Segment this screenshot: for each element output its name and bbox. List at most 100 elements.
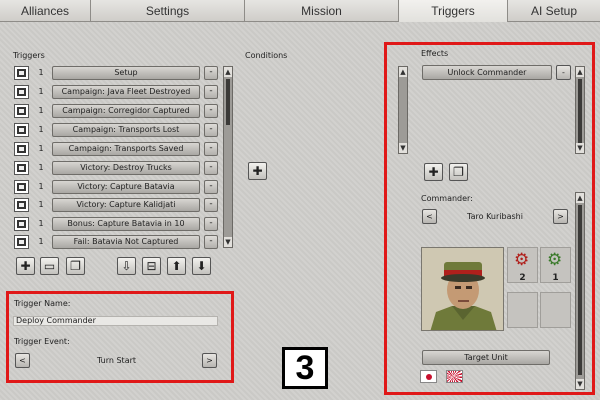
add-condition-button[interactable]: ✚ <box>248 162 267 180</box>
trigger-button[interactable]: Campaign: Transports Lost <box>52 122 200 137</box>
japan-flag-icon[interactable] <box>420 370 437 383</box>
trigger-row: 1 Victory: Capture Kalidjati - <box>14 197 219 212</box>
remove-trigger-button[interactable]: - <box>204 103 218 118</box>
trigger-button[interactable]: Victory: Capture Batavia <box>52 179 200 194</box>
remove-trigger-button[interactable]: - <box>204 197 218 212</box>
copy-effect-button[interactable]: ❐ <box>449 163 468 181</box>
effects-heading: Effects <box>421 49 449 58</box>
skill-slot-empty[interactable] <box>507 292 538 328</box>
remove-trigger-button[interactable]: - <box>204 84 218 99</box>
trigger-button[interactable]: Setup <box>52 65 200 80</box>
remove-trigger-button[interactable]: - <box>204 122 218 137</box>
add-trigger-button[interactable]: ✚ <box>16 257 35 275</box>
trigger-row: 1 Campaign: Java Fleet Destroyed - <box>14 84 219 99</box>
remove-trigger-button[interactable]: - <box>204 65 218 80</box>
move-down-button[interactable]: ⬇ <box>192 257 211 275</box>
trigger-row: 1 Bonus: Capture Batavia in 10 - <box>14 216 219 231</box>
remove-trigger-button[interactable]: - <box>204 141 218 156</box>
copy-trigger-button[interactable]: ❐ <box>66 257 85 275</box>
target-unit-button[interactable]: Target Unit <box>422 350 550 365</box>
commander-label: Commander: <box>421 194 473 203</box>
remove-effect-button[interactable]: - <box>556 65 571 80</box>
scroll-up-icon[interactable]: ▲ <box>576 193 584 203</box>
trigger-count: 1 <box>38 163 44 172</box>
trigger-row: 1 Campaign: Transports Lost - <box>14 122 219 137</box>
skill-slot[interactable]: ⚙ 2 <box>507 247 538 283</box>
trigger-count: 1 <box>38 219 44 228</box>
new-folder-button[interactable]: ▭ <box>40 257 59 275</box>
remove-trigger-button[interactable]: - <box>204 179 218 194</box>
scroll-thumb[interactable] <box>578 205 582 375</box>
trigger-enabled-checkbox[interactable] <box>14 141 29 156</box>
skill-slot[interactable]: ⚙ 1 <box>540 247 571 283</box>
plus-icon: ✚ <box>20 259 31 273</box>
collapse-trigger-button[interactable]: ⊟ <box>142 257 161 275</box>
scroll-up-icon[interactable]: ▲ <box>399 67 407 77</box>
trigger-enabled-checkbox[interactable] <box>14 234 29 249</box>
trigger-enabled-checkbox[interactable] <box>14 160 29 175</box>
scroll-thumb[interactable] <box>226 79 230 125</box>
trigger-row: 1 Fail: Batavia Not Captured - <box>14 234 219 249</box>
commander-portrait <box>421 247 504 331</box>
scroll-down-icon[interactable]: ▼ <box>224 237 232 247</box>
editor-screen: Alliances Settings Mission Triggers AI S… <box>0 0 600 400</box>
trigger-name-label: Trigger Name: <box>14 299 71 308</box>
tab-ai-setup[interactable]: AI Setup <box>508 0 600 22</box>
download-icon: ⇩ <box>121 259 132 273</box>
trigger-name-input[interactable]: Deploy Commander <box>13 316 218 326</box>
trigger-button[interactable]: Fail: Batavia Not Captured <box>52 234 200 249</box>
scroll-down-icon[interactable]: ▼ <box>576 143 584 153</box>
tab-triggers[interactable]: Triggers <box>399 0 508 22</box>
folder-icon: ▭ <box>43 259 56 273</box>
trigger-button[interactable]: Victory: Capture Kalidjati <box>52 197 200 212</box>
trigger-button[interactable]: Bonus: Capture Batavia in 10 <box>52 216 200 231</box>
event-next-button[interactable]: > <box>202 353 217 368</box>
triggers-scrollbar[interactable]: ▲ ▼ <box>223 66 233 248</box>
commander-next-button[interactable]: > <box>553 209 568 224</box>
trigger-count: 1 <box>38 182 44 191</box>
skill-slot-empty[interactable] <box>540 292 571 328</box>
effect-button[interactable]: Unlock Commander <box>422 65 552 80</box>
import-trigger-button[interactable]: ⇩ <box>117 257 136 275</box>
trigger-enabled-checkbox[interactable] <box>14 84 29 99</box>
scroll-thumb[interactable] <box>578 79 582 145</box>
trigger-event-label: Trigger Event: <box>14 337 70 346</box>
trigger-button[interactable]: Campaign: Java Fleet Destroyed <box>52 84 200 99</box>
trigger-enabled-checkbox[interactable] <box>14 65 29 80</box>
remove-trigger-button[interactable]: - <box>204 216 218 231</box>
effects-detail-scrollbar[interactable]: ▲ ▼ <box>575 192 585 390</box>
gear-icon: ⚙ <box>514 250 530 270</box>
rising-sun-flag-icon[interactable] <box>446 370 463 383</box>
event-prev-button[interactable]: < <box>15 353 30 368</box>
trigger-enabled-checkbox[interactable] <box>14 216 29 231</box>
scroll-down-icon[interactable]: ▼ <box>576 379 584 389</box>
move-up-button[interactable]: ⬆ <box>167 257 186 275</box>
remove-trigger-button[interactable]: - <box>204 234 218 249</box>
tab-mission[interactable]: Mission <box>245 0 399 22</box>
remove-trigger-button[interactable]: - <box>204 160 218 175</box>
effects-right-scrollbar[interactable]: ▲ ▼ <box>575 66 585 154</box>
triggers-heading: Triggers <box>13 51 45 60</box>
scroll-down-icon[interactable]: ▼ <box>399 143 407 153</box>
trigger-enabled-checkbox[interactable] <box>14 179 29 194</box>
scroll-up-icon[interactable]: ▲ <box>576 67 584 77</box>
commander-prev-button[interactable]: < <box>422 209 437 224</box>
tab-alliances[interactable]: Alliances <box>0 0 91 22</box>
trigger-enabled-checkbox[interactable] <box>14 197 29 212</box>
trigger-count: 1 <box>38 237 44 246</box>
trigger-button[interactable]: Campaign: Transports Saved <box>52 141 200 156</box>
scroll-up-icon[interactable]: ▲ <box>224 67 232 77</box>
tab-settings[interactable]: Settings <box>91 0 245 22</box>
trigger-event-value: Turn Start <box>96 356 137 365</box>
trigger-button[interactable]: Victory: Destroy Trucks <box>52 160 200 175</box>
trigger-button[interactable]: Campaign: Corregidor Captured <box>52 103 200 118</box>
skill-value: 2 <box>519 273 526 283</box>
copy-icon: ❐ <box>70 259 81 273</box>
add-effect-button[interactable]: ✚ <box>424 163 443 181</box>
trigger-enabled-checkbox[interactable] <box>14 103 29 118</box>
trigger-count: 1 <box>38 200 44 209</box>
effects-left-scrollbar[interactable]: ▲ ▼ <box>398 66 408 154</box>
commander-name: Taro Kuribashi <box>467 212 523 221</box>
trigger-enabled-checkbox[interactable] <box>14 122 29 137</box>
step-number-badge: 3 <box>282 347 328 389</box>
